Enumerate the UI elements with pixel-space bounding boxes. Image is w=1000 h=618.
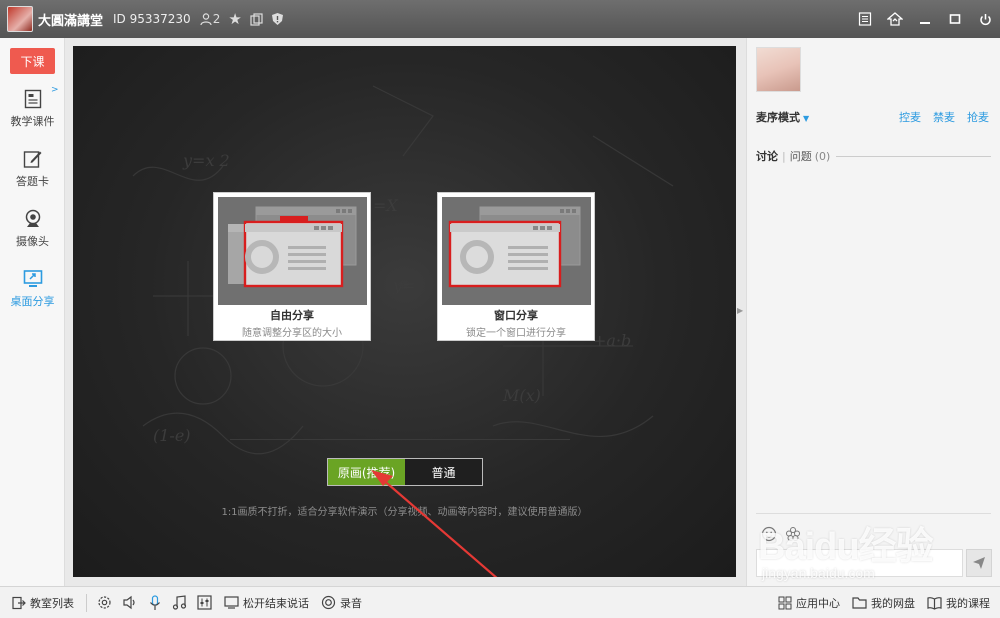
exit-list-icon bbox=[12, 596, 26, 609]
chat-input[interactable] bbox=[756, 549, 963, 577]
my-drive-label: 我的网盘 bbox=[871, 596, 915, 610]
toolbar-divider bbox=[86, 593, 87, 612]
control-mic-button[interactable]: 控麦 bbox=[899, 109, 921, 125]
music-icon[interactable] bbox=[172, 595, 187, 610]
folder-icon bbox=[852, 597, 867, 609]
emoji-icon[interactable] bbox=[761, 526, 777, 542]
chevron-right-icon: > bbox=[51, 85, 59, 95]
power-icon[interactable] bbox=[970, 0, 1000, 38]
flower-icon[interactable] bbox=[785, 526, 801, 542]
grab-mic-button[interactable]: 抢麦 bbox=[967, 109, 989, 125]
right-panel: 麦序模式 ▼ 控麦 禁麦 抢麦 讨论 | 问题 (0) bbox=[746, 38, 1000, 586]
sidebar-item-label: 答题卡 bbox=[16, 175, 49, 188]
sidebar-item-camera[interactable]: 摄像头 bbox=[0, 208, 65, 258]
card-title: 自由分享 bbox=[270, 309, 314, 322]
minimize-button[interactable] bbox=[910, 0, 940, 38]
end-class-button[interactable]: 下课 bbox=[10, 48, 55, 74]
app-center-button[interactable]: 应用中心 bbox=[778, 595, 840, 611]
tab-separator: | bbox=[782, 149, 786, 163]
classroom-list-button[interactable]: 教室列表 bbox=[12, 595, 74, 611]
app-grid-icon bbox=[778, 596, 792, 609]
camera-icon bbox=[22, 208, 44, 230]
user-icon bbox=[200, 13, 212, 26]
record-icon bbox=[321, 595, 336, 610]
class-name: 大圓滿講堂 bbox=[38, 13, 104, 29]
mixer-icon[interactable] bbox=[197, 595, 212, 610]
mic-mode-dropdown[interactable]: 麦序模式 ▼ bbox=[756, 109, 809, 125]
card-subtitle: 锁定一个窗口进行分享 bbox=[466, 328, 566, 339]
sidebar-item-answer-card[interactable]: 答题卡 bbox=[0, 148, 65, 198]
send-icon bbox=[973, 557, 985, 569]
skin-icon[interactable] bbox=[880, 0, 910, 38]
title-bar: 大圓滿講堂 ID 95337230 2 ★ bbox=[0, 0, 1000, 38]
release-to-end-toggle[interactable]: 松开结束说话 bbox=[224, 595, 309, 611]
release-to-end-label: 松开结束说话 bbox=[243, 596, 309, 610]
copy-icon[interactable] bbox=[250, 12, 263, 26]
svg-text:y=: y= bbox=[392, 276, 415, 295]
my-courses-button[interactable]: 我的课程 bbox=[927, 595, 990, 611]
answer-card-icon bbox=[22, 148, 44, 170]
chat-tools bbox=[761, 526, 801, 542]
ban-mic-button[interactable]: 禁麦 bbox=[933, 109, 955, 125]
annotation-arrow bbox=[371, 470, 498, 577]
book-icon bbox=[927, 596, 942, 610]
speaker-icon[interactable] bbox=[122, 595, 138, 610]
bottom-toolbar: 教室列表 松开结束说话 录音 应用中心 我的网盘 我的课程 bbox=[0, 586, 1000, 618]
my-drive-button[interactable]: 我的网盘 bbox=[852, 595, 915, 611]
star-icon[interactable]: ★ bbox=[228, 10, 241, 28]
free-share-illustration bbox=[218, 197, 367, 305]
desktop-share-icon bbox=[22, 268, 44, 290]
caret-down-icon: ▼ bbox=[803, 114, 810, 123]
user-count[interactable]: 2 bbox=[199, 12, 221, 26]
microphone-icon[interactable] bbox=[148, 594, 162, 611]
window-share-illustration bbox=[442, 197, 591, 305]
free-share-card[interactable]: 自由分享 随意调整分享区的大小 bbox=[213, 192, 371, 341]
svg-text:(1-e): (1-e) bbox=[153, 426, 191, 445]
tab-discussion[interactable]: 讨论 bbox=[756, 148, 778, 164]
left-sidebar: 下课 教学课件 > 答题卡 摄像头 桌面分享 bbox=[0, 38, 65, 586]
sidebar-item-label: 教学课件 bbox=[10, 115, 55, 128]
bottom-right-links: 应用中心 我的网盘 我的课程 bbox=[766, 587, 990, 618]
courseware-icon bbox=[22, 88, 44, 110]
sidebar-item-courseware[interactable]: 教学课件 bbox=[0, 88, 65, 138]
card-title: 窗口分享 bbox=[494, 309, 538, 322]
sidebar-item-label: 摄像头 bbox=[16, 235, 49, 248]
settings-icon[interactable] bbox=[97, 595, 112, 610]
record-button[interactable]: 录音 bbox=[321, 595, 362, 611]
collapse-panel-handle[interactable]: ▶ bbox=[737, 306, 745, 320]
class-avatar[interactable] bbox=[7, 6, 33, 32]
teacher-avatar[interactable] bbox=[756, 47, 801, 92]
divider bbox=[230, 439, 570, 440]
room-id: ID 95337230 bbox=[113, 12, 191, 26]
share-stage: y=x 2 =X y= (1-e) M(x) +a·b 自由分享 随意调整分享区… bbox=[73, 46, 736, 577]
classroom-list-label: 教室列表 bbox=[30, 596, 74, 610]
svg-text:=X: =X bbox=[373, 196, 398, 215]
mic-actions: 控麦 禁麦 抢麦 bbox=[899, 109, 989, 125]
maximize-button[interactable] bbox=[940, 0, 970, 38]
sidebar-item-label: 桌面分享 bbox=[10, 295, 55, 308]
svg-text:M(x): M(x) bbox=[502, 386, 541, 405]
mic-mode-label: 麦序模式 bbox=[756, 111, 800, 124]
svg-text:y=x 2: y=x 2 bbox=[182, 151, 230, 170]
record-label: 录音 bbox=[340, 596, 362, 610]
question-count: (0) bbox=[814, 149, 831, 163]
tab-questions[interactable]: 问题 bbox=[790, 148, 812, 164]
shield-icon[interactable] bbox=[271, 12, 284, 26]
app-center-label: 应用中心 bbox=[796, 596, 840, 610]
svg-text:+a·b: +a·b bbox=[593, 331, 631, 350]
user-count-value: 2 bbox=[212, 12, 221, 26]
notes-icon[interactable] bbox=[850, 0, 880, 38]
send-button[interactable] bbox=[966, 549, 992, 577]
tab-divider bbox=[836, 155, 991, 157]
window-share-card[interactable]: 窗口分享 锁定一个窗口进行分享 bbox=[437, 192, 595, 341]
checkbox-icon bbox=[224, 596, 239, 609]
discussion-tabs: 讨论 | 问题 (0) bbox=[756, 148, 991, 164]
chat-divider bbox=[756, 513, 991, 514]
card-subtitle: 随意调整分享区的大小 bbox=[242, 328, 342, 339]
my-courses-label: 我的课程 bbox=[946, 596, 990, 610]
sidebar-item-desktop-share[interactable]: 桌面分享 bbox=[0, 268, 65, 318]
